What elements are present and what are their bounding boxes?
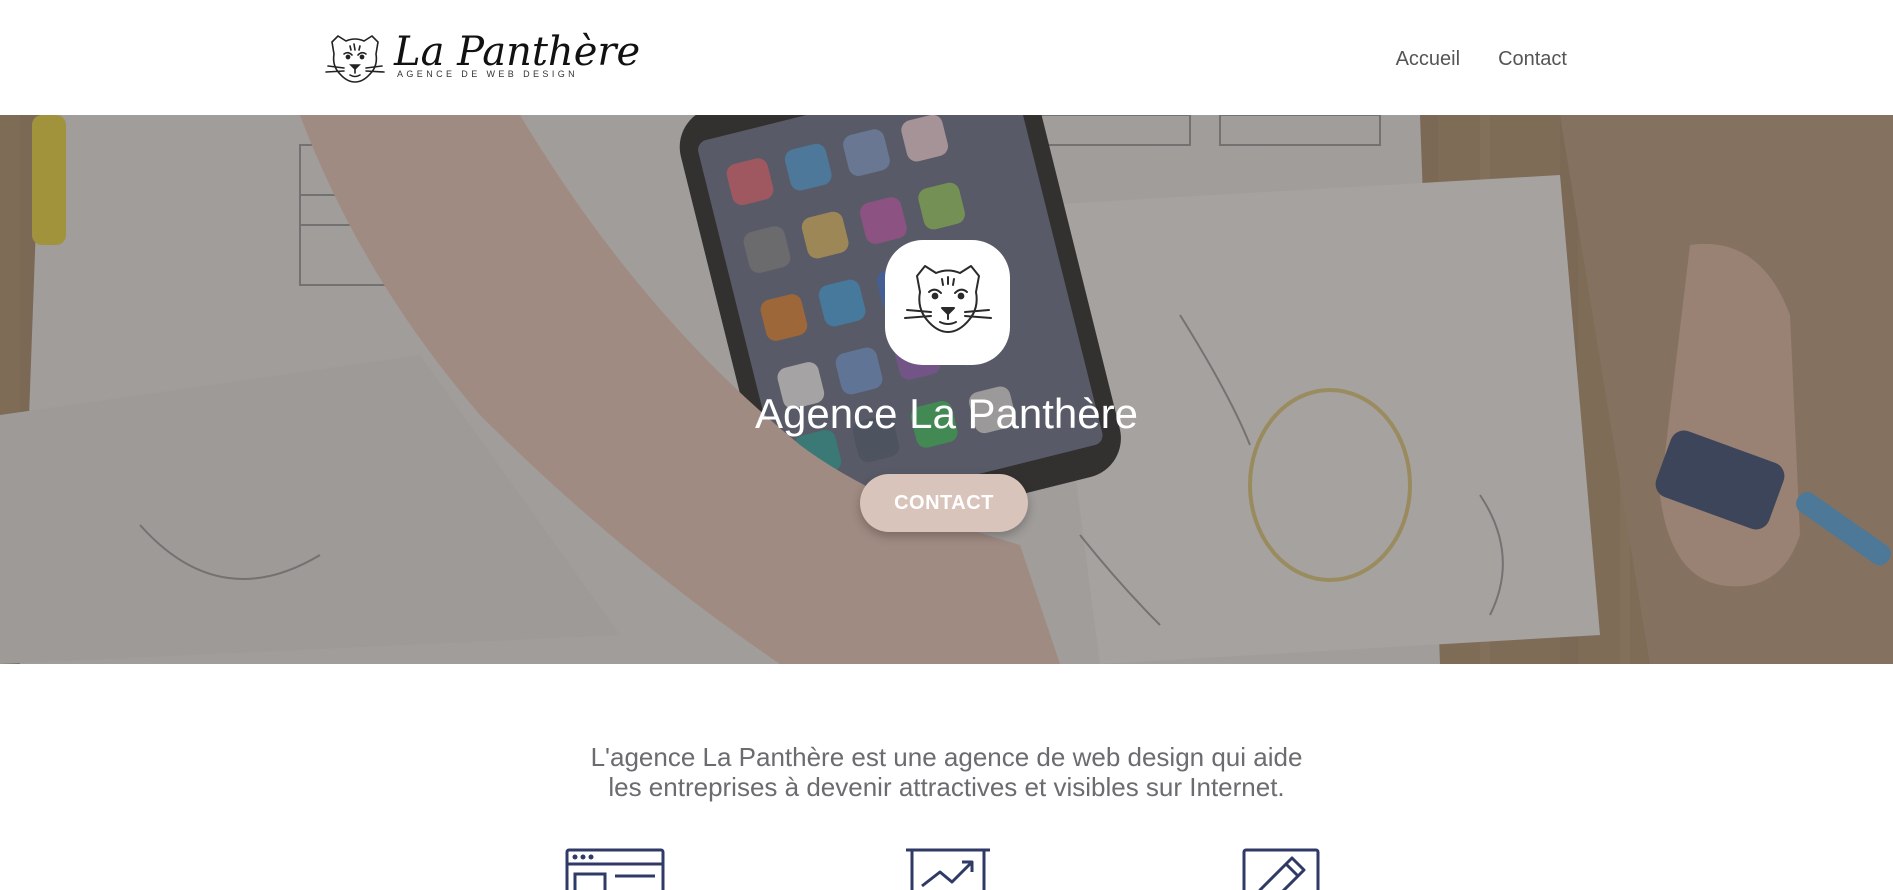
intro-section: L'agence La Panthère est une agence de w… [0, 742, 1893, 802]
hero-title: Agence La Panthère [755, 390, 1138, 437]
intro-text-line-1: L'agence La Panthère est une agence de w… [590, 742, 1303, 772]
nav-item-accueil[interactable]: Accueil [1396, 48, 1460, 71]
growth-chart-icon [906, 848, 990, 890]
brand-tagline: AGENCE DE WEB DESIGN [397, 69, 579, 79]
hero-section: Agence La Panthère CONTACT [0, 115, 1893, 664]
nav-item-contact[interactable]: Contact [1498, 48, 1567, 71]
intro-text-line-2: les entreprises à devenir attractives et… [608, 772, 1285, 802]
panther-face-icon [904, 265, 992, 333]
hero-logo-badge [885, 240, 1010, 365]
browser-window-icon [565, 848, 665, 890]
contact-button[interactable]: CONTACT [860, 474, 1028, 532]
main-nav: Accueil Contact [1396, 48, 1567, 71]
site-header: La Panthère AGENCE DE WEB DESIGN Accueil… [0, 0, 1893, 115]
pencil-edit-icon [1242, 848, 1320, 890]
brand-logo[interactable]: La Panthère AGENCE DE WEB DESIGN [324, 28, 640, 90]
panther-logo-icon [325, 34, 385, 83]
